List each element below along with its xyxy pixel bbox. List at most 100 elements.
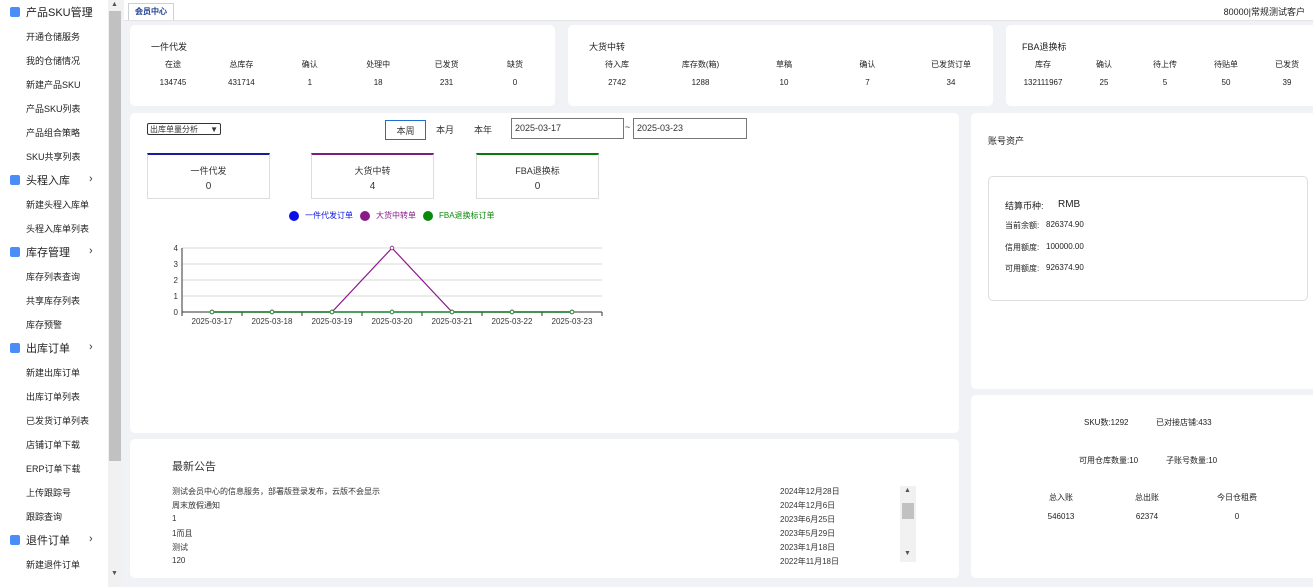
scroll-up-icon[interactable]: ▲	[111, 1, 118, 8]
stat-item: 草稿 10	[754, 59, 814, 87]
sidebar-group-3[interactable]: 出库订单 ›	[0, 339, 108, 357]
legend-item-dahuo[interactable]: 大货中转单	[360, 210, 416, 221]
sidebar-item[interactable]: 店铺订单下载	[0, 435, 108, 453]
scrollbar-thumb[interactable]	[902, 503, 914, 519]
sidebar-item[interactable]: 开通仓储服务	[0, 27, 108, 45]
grid-icon	[10, 7, 20, 17]
data-point	[389, 245, 395, 251]
sidebar-item[interactable]: SKU共享列表	[0, 147, 108, 165]
rent-today-value: 0	[1234, 512, 1240, 521]
sidebar-item[interactable]: 产品组合策略	[0, 123, 108, 141]
period-month[interactable]: 本月	[427, 120, 463, 140]
sidebar-item[interactable]: ERP订单下载	[0, 459, 108, 477]
notice-row[interactable]: 测试 2023年1月18日	[172, 542, 902, 553]
stat-item: 已发货 39	[1257, 59, 1313, 87]
notice-row[interactable]: 1 2023年6月25日	[172, 514, 902, 524]
date-to-input[interactable]: 2025-03-23	[633, 118, 747, 139]
assets-detail: 结算币种: RMB 当前余额: 826374.90 信用额度: 100000.00 可…	[988, 176, 1308, 301]
sidebar-item[interactable]: 头程入库单列表	[0, 219, 108, 237]
outbound-icon	[10, 343, 20, 353]
notice-date: 2022年11月18日	[780, 557, 839, 566]
line-chart: 0 1 2 3 4 2025-03-17 2025-03-18 2025-03-19 2025-…	[174, 244, 603, 326]
sidebar: 产品SKU管理 › 开通仓储服务 我的仓储情况 新建产品SKU 产品SKU列表 产品组合策略…	[0, 0, 108, 587]
stat-label: 缺货	[507, 60, 523, 69]
x-tick-label: 2025-03-23	[552, 317, 593, 326]
analysis-card: 出库单量分析 ▼ 本周 本月 本年 2025-03-17 ~ 2025-03-23…	[130, 113, 959, 433]
card-title: 一件代发	[151, 42, 188, 52]
total-in-label: 总入账	[1049, 493, 1073, 502]
sidebar-item[interactable]: 新建出库订单	[0, 363, 108, 381]
y-tick-label: 4	[174, 244, 179, 253]
date-separator: ~	[625, 122, 631, 132]
sidebar-item[interactable]: 新建退件订单	[0, 555, 108, 573]
scroll-down-icon[interactable]: ▼	[111, 570, 118, 577]
sidebar-group-label: 头程入库	[26, 175, 70, 187]
stat-label: 已发货	[1275, 60, 1299, 69]
return-icon	[10, 535, 20, 545]
notice-row[interactable]: 测试会员中心的信息服务，部署版登录发布，云版不会显示 2024年12月28日	[172, 486, 902, 497]
sidebar-item[interactable]: 上传跟踪号	[0, 483, 108, 501]
card-fba: FBA退换标 库存 132111967 确认 25 待上传 5 待贴单 50 已发货 39	[1006, 25, 1313, 106]
stat-label: 已发货订单	[931, 60, 971, 69]
period-year[interactable]: 本年	[465, 120, 501, 140]
legend-item-fba[interactable]: FBA退换标订单	[423, 210, 495, 221]
notice-row[interactable]: 120 2022年11月18日	[172, 556, 902, 566]
credit-row: 信用额度: 100000.00	[1005, 242, 1084, 253]
stat-label: 处理中	[366, 60, 391, 69]
sidebar-item[interactable]: 我的仓储情况	[0, 51, 108, 69]
sidebar-group-2[interactable]: 库存管理 ›	[0, 243, 108, 261]
sidebar-item[interactable]: 新建头程入库单	[0, 195, 108, 213]
sidebar-item[interactable]: 产品SKU列表	[0, 99, 108, 117]
legend-item-yijian[interactable]: 一件代发订单	[289, 210, 353, 221]
legend-label: FBA退换标订单	[439, 211, 495, 220]
summary-box-dahuo: 大货中转 4	[311, 153, 434, 199]
inbound-icon	[10, 175, 20, 185]
notice-date: 2023年6月25日	[780, 515, 836, 524]
sidebar-item[interactable]: 新建产品SKU	[0, 75, 108, 93]
stat-value: 231	[439, 78, 454, 87]
sidebar-scrollbar[interactable]: ▲ ▼	[108, 0, 122, 587]
scroll-up-icon[interactable]: ▲	[904, 487, 911, 494]
notice-text: 测试	[172, 543, 188, 552]
stat-label: 草稿	[776, 60, 792, 69]
sidebar-group-4[interactable]: 退件订单 ›	[0, 531, 108, 549]
data-point	[569, 309, 575, 315]
notice-date: 2023年1月18日	[780, 543, 836, 552]
currency-row: 结算币种: RMB	[1005, 199, 1080, 212]
sidebar-item[interactable]: 已发货订单列表	[0, 411, 108, 429]
sidebar-item[interactable]: 库存列表查询	[0, 267, 108, 285]
sidebar-item[interactable]: 出库订单列表	[0, 387, 108, 405]
sidebar-group-0[interactable]: 产品SKU管理 ›	[0, 3, 108, 21]
sidebar-group-label: 库存管理	[26, 247, 70, 259]
box-label: 一件代发	[190, 166, 227, 176]
sidebar-item[interactable]: 跟踪查询	[0, 507, 108, 525]
sidebar-group-1[interactable]: 头程入库 ›	[0, 171, 108, 189]
sidebar-item[interactable]: 共享库存列表	[0, 291, 108, 309]
summary-card: SKU数:1292 已对接店铺:433 可用仓库数量:10 子账号数量:10 总…	[971, 395, 1313, 578]
stat-value: 431714	[228, 78, 255, 87]
total-out-label: 总出账	[1135, 493, 1159, 502]
total-out: 总出账 62374	[1117, 492, 1177, 521]
sidebar-group-label: 产品SKU管理	[26, 7, 93, 19]
notice-row[interactable]: 周末放假通知 2024年12月6日	[172, 500, 902, 511]
data-point	[209, 309, 215, 315]
account-label: 80000|常规测试客户	[1223, 7, 1305, 17]
stat-value: 5	[1162, 78, 1168, 87]
period-week[interactable]: 本周	[385, 120, 426, 140]
rent-today-label: 今日仓租费	[1217, 493, 1257, 502]
analysis-select[interactable]: 出库单量分析 ▼	[147, 123, 221, 135]
box-label: FBA退换标	[515, 166, 560, 176]
notice-row[interactable]: 1而且 2023年5月29日	[172, 528, 902, 539]
tab-member-center[interactable]: 会员中心	[128, 3, 174, 20]
scrollbar-thumb[interactable]	[109, 11, 121, 461]
scroll-down-icon[interactable]: ▼	[904, 550, 911, 557]
data-point	[269, 309, 275, 315]
data-point	[389, 309, 395, 315]
notice-scrollbar[interactable]: ▲ ▼	[900, 486, 916, 562]
sidebar-item[interactable]: 库存预警	[0, 315, 108, 333]
chevron-right-icon: ›	[89, 173, 93, 185]
x-tick-label: 2025-03-20	[372, 317, 413, 326]
stat-item: 缺货 0	[485, 59, 545, 87]
balance-value: 826374.90	[1046, 220, 1084, 229]
date-from-input[interactable]: 2025-03-17	[511, 118, 624, 139]
